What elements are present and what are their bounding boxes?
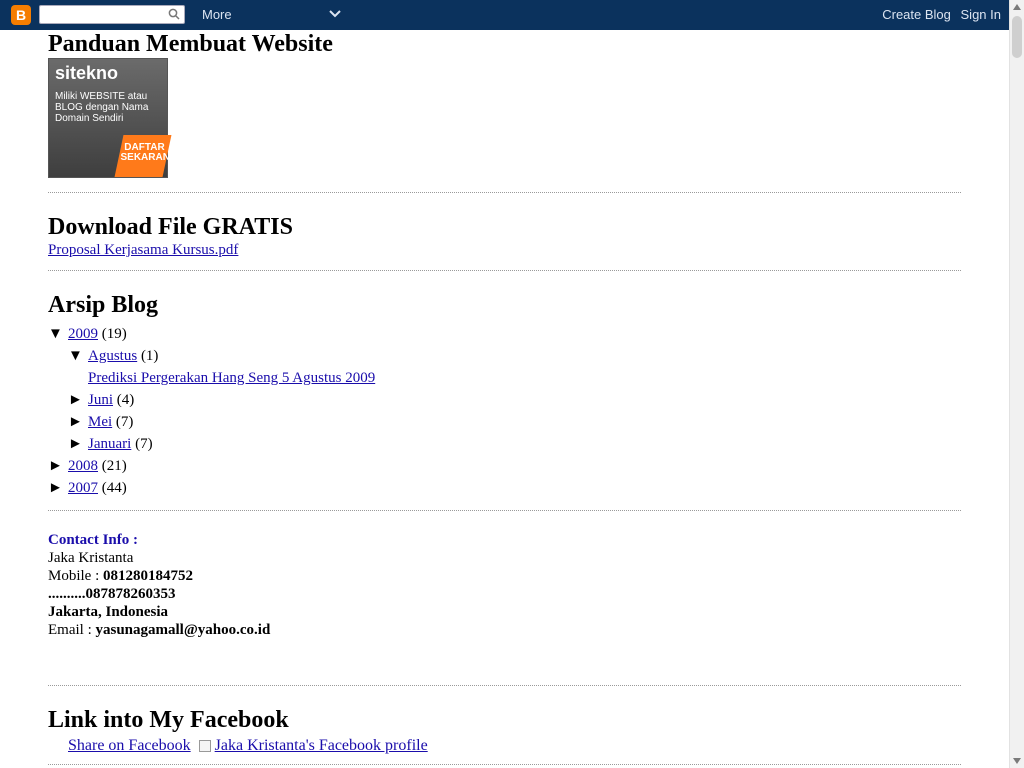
archive-item: Prediksi Pergerakan Hang Seng 5 Agustus … <box>48 367 961 389</box>
archive-item: ► Mei (7) <box>48 411 961 433</box>
archive-count: (7) <box>131 436 153 452</box>
expand-toggle-icon[interactable]: ► <box>68 411 88 433</box>
expand-toggle-icon[interactable]: ► <box>68 389 88 411</box>
blogger-logo-icon[interactable]: B <box>11 5 31 25</box>
archive-item: ► Juni (4) <box>48 389 961 411</box>
archive-link[interactable]: 2009 <box>68 326 98 342</box>
facebook-links: Share on Facebook Jaka Kristanta's Faceb… <box>48 736 961 756</box>
collapse-toggle-icon[interactable]: ▼ <box>68 345 88 367</box>
archive-item: ▼ Agustus (1) <box>48 345 961 367</box>
ad-brand: sitekno <box>55 63 119 83</box>
archive-link[interactable]: Agustus <box>88 348 137 364</box>
scrollbar[interactable] <box>1009 0 1024 768</box>
contact-mobile: Mobile : 081280184752 <box>48 568 193 584</box>
archive-link[interactable]: 2007 <box>68 480 98 496</box>
sitekno-ad[interactable]: sitekno Miliki WEBSITE atau BLOG dengan … <box>48 58 178 178</box>
archive-tree: ▼ 2009 (19) ▼ Agustus (1) Prediksi Pergeraka… <box>48 323 961 499</box>
download-title: Download File GRATIS <box>48 214 293 240</box>
divider <box>48 270 961 271</box>
archive-link[interactable]: Mei <box>88 414 112 430</box>
expand-toggle-icon[interactable]: ► <box>48 455 68 477</box>
divider <box>48 764 961 765</box>
divider <box>48 510 961 511</box>
ad-cta: DAFTAR SEKARANG <box>114 135 178 177</box>
scroll-down-icon[interactable] <box>1013 758 1021 764</box>
archive-link[interactable]: Juni <box>88 392 113 408</box>
archive-title: Arsip Blog <box>48 292 159 318</box>
archive-item: ► 2007 (44) <box>48 477 961 499</box>
page-title: Panduan Membuat Website <box>48 31 333 57</box>
page-title-wrap: Panduan Membuat Website <box>48 30 961 58</box>
archive-count: (44) <box>98 480 127 496</box>
contact-city: Jakarta, Indonesia <box>48 604 169 620</box>
facebook-image-icon <box>198 740 211 753</box>
scroll-up-icon[interactable] <box>1013 4 1021 10</box>
collapse-toggle-icon[interactable]: ▼ <box>48 323 68 345</box>
facebook-profile-link[interactable]: Jaka Kristanta's Facebook profile <box>215 737 428 754</box>
divider <box>48 685 961 686</box>
contact-name: Jaka Kristanta <box>48 550 134 566</box>
blogger-navbar: B More Create Blog Sign In <box>0 0 1009 30</box>
archive-count: (19) <box>98 326 127 342</box>
archive-count: (7) <box>112 414 134 430</box>
download-link[interactable]: Proposal Kerjasama Kursus.pdf <box>48 242 238 258</box>
facebook-title: Link into My Facebook <box>48 707 289 733</box>
archive-link[interactable]: Januari <box>88 436 131 452</box>
expand-toggle-icon[interactable]: ► <box>48 477 68 499</box>
more-menu[interactable]: More <box>202 7 232 22</box>
archive-section: Arsip Blog ▼ 2009 (19) ▼ Agustus (1) Prediks… <box>48 291 961 499</box>
download-section: Download File GRATIS Proposal Kerjasama … <box>48 213 961 259</box>
archive-count: (4) <box>113 392 135 408</box>
archive-link[interactable]: Prediksi Pergerakan Hang Seng 5 Agustus … <box>88 370 375 386</box>
expand-toggle-icon[interactable]: ► <box>68 433 88 455</box>
archive-item: ► 2008 (21) <box>48 455 961 477</box>
archive-item: ▼ 2009 (19) <box>48 323 961 345</box>
archive-count: (21) <box>98 458 127 474</box>
sign-in-link[interactable]: Sign In <box>961 7 1001 22</box>
search-icon[interactable] <box>168 8 180 20</box>
facebook-section: Link into My Facebook Share on Facebook … <box>48 706 961 756</box>
archive-count: (1) <box>137 348 159 364</box>
nav-right-links: Create Blog Sign In <box>876 7 1001 22</box>
divider <box>48 192 961 193</box>
contact-email: Email : yasunagamall@yahoo.co.id <box>48 622 271 638</box>
contact-heading: Contact Info : <box>48 532 138 548</box>
contact-info: Contact Info : Jaka Kristanta Mobile : 0… <box>48 531 961 639</box>
create-blog-link[interactable]: Create Blog <box>882 7 951 22</box>
sidebar-content: Panduan Membuat Website sitekno Miliki W… <box>48 30 961 765</box>
archive-item: ► Januari (7) <box>48 433 961 455</box>
archive-link[interactable]: 2008 <box>68 458 98 474</box>
share-facebook-link[interactable]: Share on Facebook <box>68 737 191 754</box>
ad-text: Miliki WEBSITE atau BLOG dengan Nama Dom… <box>55 91 149 124</box>
contact-mobile-2: ..........087878260353 <box>48 586 176 602</box>
search-input[interactable] <box>39 5 185 24</box>
chevron-down-icon[interactable] <box>328 8 342 20</box>
scroll-thumb[interactable] <box>1012 16 1022 58</box>
